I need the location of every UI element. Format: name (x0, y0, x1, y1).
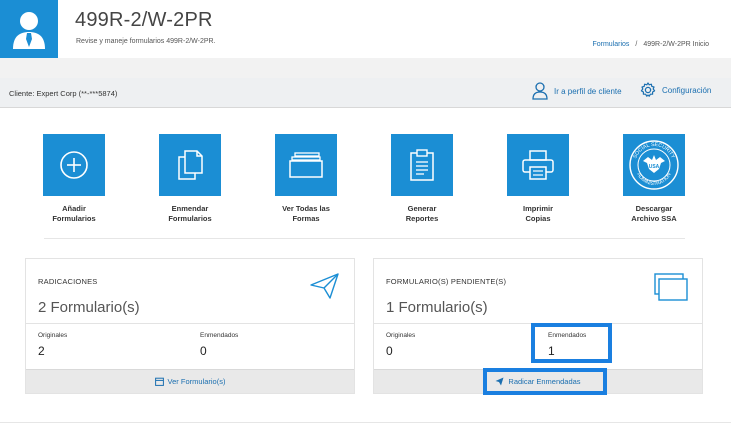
card-radicaciones-separator (26, 323, 354, 324)
go-to-client-profile-label: Ir a perfil de cliente (554, 86, 622, 96)
card-pending-forms-title: FORMULARIO(S) PENDIENTE(S) (386, 277, 507, 286)
card-pending-forms-count: 1 Formulario(s) (386, 299, 488, 316)
radicaciones-enmendados-value: 0 (200, 344, 207, 358)
view-forms-button[interactable]: Ver Formulario(s) (26, 369, 354, 393)
page-subtitle: Revise y maneje formularios 499R-2/W-2PR… (76, 38, 216, 45)
gear-icon (640, 82, 656, 97)
configuration-link[interactable]: Configuración (640, 82, 711, 98)
page-title: 499R-2/W-2PR (75, 9, 213, 31)
tile-print-copies-box (507, 134, 569, 196)
seal-center-text: USA (649, 164, 660, 170)
breadcrumb-separator: / (635, 41, 638, 48)
card-radicaciones: RADICACIONES 2 Formulario(s) Originales … (25, 258, 355, 394)
breadcrumb-link-formularios[interactable]: Formularios (592, 41, 629, 48)
paper-plane-icon (310, 273, 339, 299)
tile-amend-forms[interactable]: Enmendar Formularios (150, 134, 230, 224)
view-forms-label: Ver Formulario(s) (167, 377, 226, 386)
tile-generate-reports-label: Generar Reportes (405, 204, 439, 223)
tile-view-all-forms-label: Ver Todas las Formas (282, 204, 330, 223)
radicaciones-originales-value: 2 (38, 344, 45, 358)
windows-stack-icon (654, 273, 688, 301)
tile-amend-forms-box (159, 134, 221, 196)
client-bar: Cliente: Expert Corp (**-***5874) Ir a p… (0, 78, 731, 108)
tile-print-copies[interactable]: Imprimir Copias (498, 134, 578, 224)
go-to-client-profile-link[interactable]: Ir a perfil de cliente (532, 82, 622, 100)
tile-print-copies-label: Imprimir Copias (522, 204, 553, 223)
user-icon (13, 12, 45, 49)
pending-originales-value: 0 (386, 344, 393, 358)
client-label: Cliente: Expert Corp (**-***5874) (9, 89, 118, 98)
main-content: Añadir Formularios Enmendar Formularios … (0, 108, 731, 424)
page-header: 499R-2/W-2PR Revise y maneje formularios… (0, 0, 731, 58)
tile-download-ssa-file-label: Descargar Archivo SSA (631, 204, 677, 223)
calendar-icon (154, 377, 164, 386)
section-divider (44, 238, 685, 239)
card-radicaciones-icon-wrap (310, 273, 340, 304)
tile-amend-forms-label: Enmendar Formularios (168, 204, 212, 223)
printer-icon (522, 150, 554, 180)
configuration-label: Configuración (662, 85, 712, 95)
card-radicaciones-count: 2 Formulario(s) (38, 299, 140, 316)
tile-view-all-forms-box (275, 134, 337, 196)
card-pending-forms-icon-wrap (654, 273, 688, 306)
radicaciones-enmendados-label: Enmendados (200, 332, 239, 339)
highlight-enmendados (531, 323, 612, 363)
tile-download-ssa-file[interactable]: SOCIAL SECURITY ADMINISTRATION USA Desca… (614, 134, 694, 224)
radicaciones-originales-label: Originales (38, 332, 68, 339)
documents-icon (178, 150, 203, 180)
user-outline-icon (532, 82, 548, 100)
ssa-seal-icon: SOCIAL SECURITY ADMINISTRATION USA (629, 140, 679, 190)
clipboard-icon (410, 149, 434, 181)
tile-add-forms-label: Añadir Formularios (52, 204, 96, 223)
folder-stack-icon (289, 152, 323, 178)
avatar (0, 0, 58, 58)
breadcrumb: Formularios / 499R-2/W-2PR Inicio (592, 41, 709, 48)
highlight-file-amended (483, 368, 607, 395)
tile-generate-reports-box (391, 134, 453, 196)
bottom-divider (0, 422, 731, 423)
pending-originales-label: Originales (386, 332, 416, 339)
breadcrumb-current: 499R-2/W-2PR Inicio (643, 41, 709, 48)
card-radicaciones-title: RADICACIONES (38, 277, 98, 286)
tile-generate-reports[interactable]: Generar Reportes (382, 134, 462, 224)
tile-download-ssa-file-box: SOCIAL SECURITY ADMINISTRATION USA (623, 134, 685, 196)
tile-add-forms[interactable]: Añadir Formularios (34, 134, 114, 224)
plus-circle-icon (60, 151, 88, 179)
tile-add-forms-box (43, 134, 105, 196)
tile-view-all-forms[interactable]: Ver Todas las Formas (266, 134, 346, 224)
